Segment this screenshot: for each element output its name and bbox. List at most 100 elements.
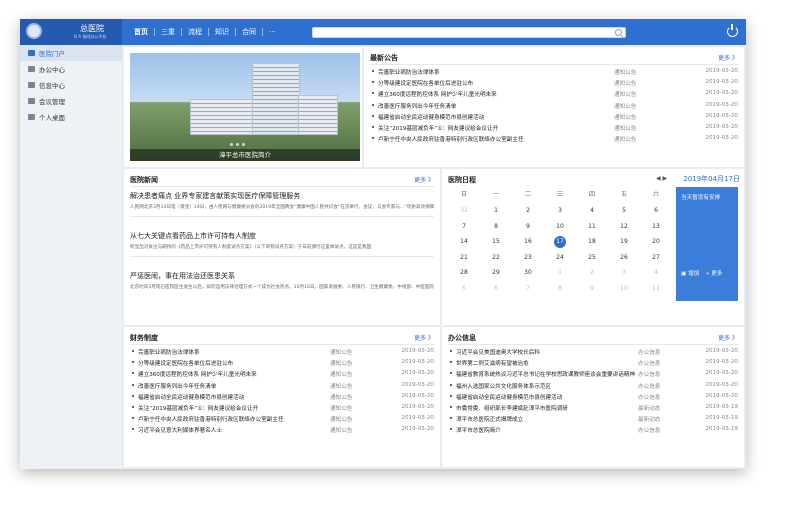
list-item[interactable]: 完善职业病防治法律体系 通知公告 2019-03-20	[370, 66, 738, 77]
carousel-dots[interactable]	[230, 143, 245, 146]
list-item[interactable]: 漳平市总医院正式揭牌成立 最新动态 2019-03-19	[448, 413, 738, 424]
calendar-day[interactable]: 3	[608, 265, 640, 281]
item-source: 通知公告	[614, 114, 637, 121]
list-item[interactable]: 完善职业病防治法律体系 通知公告 2019-03-20	[130, 346, 434, 357]
calendar-day[interactable]: 29	[480, 265, 512, 281]
list-item[interactable]: 福州入选国家公共文化服务体系示范区 办公信息 2019-03-20	[448, 380, 738, 391]
calendar-day[interactable]: 5	[448, 281, 480, 297]
list-item[interactable]: 建立360度远程防控体系 网护少年儿童光明未来 通知公告 2019-03-20	[370, 88, 738, 99]
calendar-day[interactable]: 22	[480, 250, 512, 266]
list-item[interactable]: 福建省启动全民运动健身模范市县创建活动 办公信息 2019-03-20	[448, 391, 738, 402]
news-item[interactable]: 严惩医闹，事在用法治还医患关系 北京时间3月现已医院医生发生以后，如何运用法律治…	[130, 271, 434, 292]
search-icon[interactable]	[615, 29, 622, 36]
calendar-day[interactable]: 10	[608, 281, 640, 297]
today-label: 17	[556, 238, 564, 246]
calendar-day[interactable]: 1	[480, 203, 512, 219]
calendar-day[interactable]: 11	[640, 281, 672, 297]
list-item[interactable]: 分等级建设定医院在各单位后进驻公布 通知公告 2019-03-20	[130, 357, 434, 368]
list-item[interactable]: 关注“2019基层减负年”①：网友建议给会议让开 通知公告 2019-03-20	[130, 402, 434, 413]
list-item[interactable]: 漳平市总医院简介 办公信息 2019-03-19	[448, 424, 738, 435]
list-item[interactable]: 关注“2019基层减负年”①：网友建议给会议让开 通知公告 2019-03-20	[370, 122, 738, 133]
list-item[interactable]: 福建省启动全民运动健身模范市县创建活动 通知公告 2019-03-20	[370, 111, 738, 122]
more-link[interactable]: 更多 》	[414, 175, 434, 184]
calendar-day[interactable]: 2	[512, 203, 544, 219]
list-item[interactable]: 习近平会见意大利媒体界著名人士 通知公告 2019-03-20	[130, 424, 434, 435]
brand-subtitle: O A 协同办公平台	[74, 34, 107, 39]
list-item[interactable]: 世界第二例艾滋病有望被治愈 办公信息 2019-03-20	[448, 357, 738, 368]
calendar-day[interactable]: 25	[576, 250, 608, 266]
list-item[interactable]: 市委常委、组织部长李建斌赴漳平市医院调研 最新动态 2019-03-19	[448, 402, 738, 413]
calendar-day[interactable]: 15	[480, 234, 512, 250]
more-schedule-button[interactable]: » 更多	[706, 269, 722, 277]
list-item[interactable]: 改善医疗服务列出今年任务清单 通知公告 2019-03-20	[130, 380, 434, 391]
calendar-day[interactable]: 9	[512, 219, 544, 235]
list-item[interactable]: 卢新宁任中央人民政府驻香港特别行政区联络办公室副主任 通知公告 2019-03-20	[370, 133, 738, 144]
calendar-day[interactable]: 4	[640, 265, 672, 281]
item-source: 通知公告	[330, 417, 353, 424]
calendar-day[interactable]: 31	[448, 203, 480, 219]
nav-knowledge[interactable]: 知识	[209, 28, 236, 36]
calendar-day[interactable]: 7	[448, 219, 480, 235]
logo[interactable]: 总医院 O A 协同办公平台	[20, 19, 122, 45]
nav-sanzhong[interactable]: 三重	[155, 28, 182, 36]
more-link[interactable]: 更多 》	[718, 53, 738, 62]
calendar-day[interactable]: 18	[576, 234, 608, 250]
calendar-day[interactable]: 27	[640, 250, 672, 266]
list-item[interactable]: 习近平会见美国迪奥大学校长后科 办公信息 2019-03-20	[448, 346, 738, 357]
calendar-day[interactable]: 12	[608, 219, 640, 235]
calendar-nav[interactable]: ◀ ▶	[656, 175, 667, 182]
calendar-day[interactable]: 17	[544, 234, 576, 250]
power-icon[interactable]	[727, 24, 738, 37]
calendar-day[interactable]: 20	[640, 234, 672, 250]
list-item[interactable]: 改善医疗服务列出今年任务清单 通知公告 2019-03-20	[370, 100, 738, 111]
calendar-day[interactable]: 14	[448, 234, 480, 250]
sidebar-item-meetings[interactable]: 会议管理	[20, 93, 122, 109]
calendar-day[interactable]: 26	[608, 250, 640, 266]
calendar-day[interactable]: 28	[448, 265, 480, 281]
calendar-day[interactable]: 8	[544, 281, 576, 297]
calendar-day[interactable]: 11	[576, 219, 608, 235]
calendar-day[interactable]: 4	[576, 203, 608, 219]
list-item[interactable]: 福建省启动全民运动健身模范市县创建活动 通知公告 2019-03-20	[130, 391, 434, 402]
nav-workflow[interactable]: 流程	[182, 28, 209, 36]
list-item[interactable]: 福建省教育系统热议习近平总书记在学校思政课教师座谈会重要讲话精神 办公信息 2019…	[448, 368, 738, 379]
calendar-day[interactable]: 9	[576, 281, 608, 297]
nav-contract[interactable]: 合同	[236, 28, 263, 36]
calendar-day[interactable]: 2	[576, 265, 608, 281]
calendar-day[interactable]: 21	[448, 250, 480, 266]
sidebar-item-label: 信息中心	[39, 82, 65, 90]
calendar-day[interactable]: 30	[512, 265, 544, 281]
sidebar-item-desktop[interactable]: 个人桌面	[20, 109, 122, 125]
calendar-day[interactable]: 6	[480, 281, 512, 297]
add-schedule-button[interactable]: ▣ 增加	[681, 269, 699, 277]
nav-home[interactable]: 首页	[128, 28, 155, 36]
calendar-day[interactable]: 24	[544, 250, 576, 266]
list-item[interactable]: 建立360度远程防控体系 网护少年儿童光明未来 通知公告 2019-03-20	[130, 368, 434, 379]
hospital-photo[interactable]: 漳平总市医院简介	[130, 53, 360, 161]
calendar-day[interactable]: 6	[640, 203, 672, 219]
calendar-day[interactable]: 23	[512, 250, 544, 266]
item-source: 通知公告	[614, 81, 637, 88]
calendar-day[interactable]: 1	[544, 265, 576, 281]
news-item[interactable]: 解决患者痛点 业界专家建言献策实现医疗保障管理服务 人民网北京3月14日电（萧皇…	[130, 191, 434, 217]
calendar-day[interactable]: 3	[544, 203, 576, 219]
calendar-day[interactable]: 8	[480, 219, 512, 235]
more-link[interactable]: 更多 》	[718, 333, 738, 342]
calendar-day[interactable]: 5	[608, 203, 640, 219]
calendar-day[interactable]: 16	[512, 234, 544, 250]
calendar-day[interactable]: 13	[640, 219, 672, 235]
nav-more[interactable]: ···	[263, 28, 282, 36]
more-link[interactable]: 更多 》	[414, 333, 434, 342]
calendar-day[interactable]: 7	[512, 281, 544, 297]
list-item[interactable]: 卢新宁任中央人民政府驻香港特别行政区联络办公室副主任 通知公告 2019-03-20	[130, 413, 434, 424]
item-source: 办公信息	[638, 428, 661, 435]
sidebar-item-office-center[interactable]: 办公中心	[20, 61, 122, 77]
panel-title: 最新公告	[370, 54, 398, 62]
list-item[interactable]: 分等级建设定医院在各单位后进驻公布 通知公告 2019-03-20	[370, 77, 738, 88]
calendar-day[interactable]: 19	[608, 234, 640, 250]
sidebar-item-info-center[interactable]: 信息中心	[20, 77, 122, 93]
news-item[interactable]: 从七大关键点看药品上市许可持有人制度 彰显出对关注与期待的《药品上市许可持有人制…	[130, 231, 434, 257]
search-input[interactable]	[312, 27, 626, 38]
calendar-day[interactable]: 10	[544, 219, 576, 235]
sidebar-item-portal[interactable]: 医院门户	[20, 45, 122, 61]
